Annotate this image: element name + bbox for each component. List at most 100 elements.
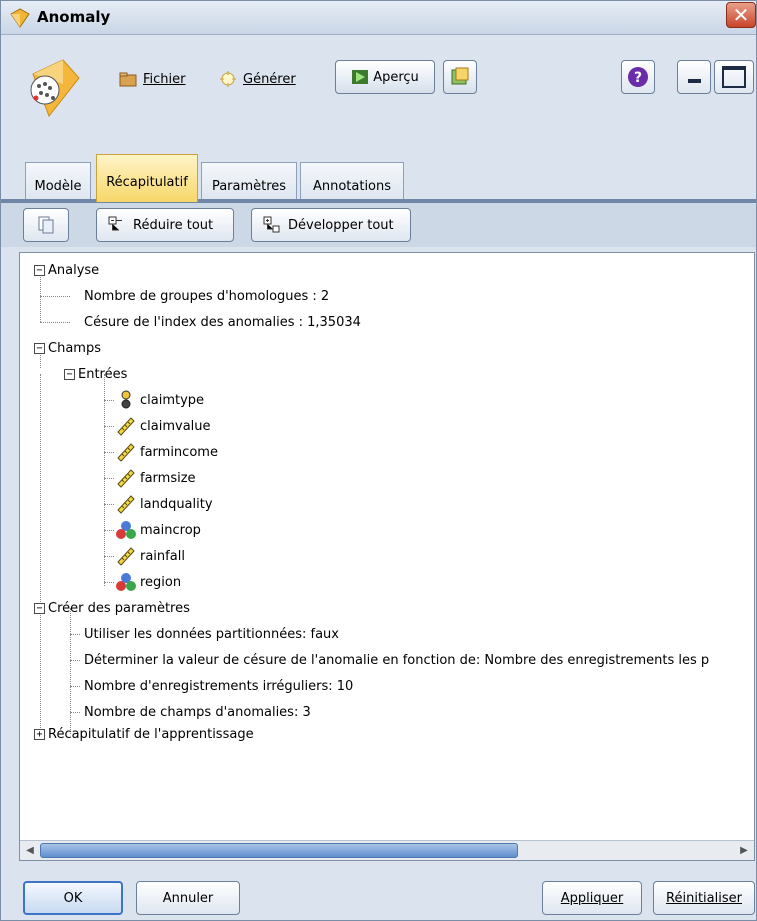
- tree-node-label: Entrées: [78, 366, 128, 382]
- tree-line: [104, 504, 114, 505]
- maximize-icon: [722, 66, 746, 88]
- tab-label: Paramètres: [211, 179, 287, 194]
- expand-icon: [263, 216, 280, 233]
- tab-summary[interactable]: Récapitulatif: [96, 154, 198, 202]
- cancel-button[interactable]: Annuler: [136, 881, 240, 915]
- ruler-icon: [117, 417, 135, 436]
- tree-field-claimtype[interactable]: claimtype: [116, 388, 204, 412]
- tree-node-training-summary[interactable]: + Récapitulatif de l'apprentissage: [34, 722, 254, 746]
- tree-field-region[interactable]: region: [116, 570, 181, 594]
- tab-label: Annotations: [312, 179, 392, 194]
- preview-button[interactable]: Aperçu: [335, 60, 435, 94]
- field-name: claimtype: [140, 392, 205, 408]
- tab-model[interactable]: Modèle: [25, 162, 91, 202]
- preview-icon: [352, 70, 369, 84]
- preview-label: Aperçu: [373, 69, 419, 85]
- reset-button[interactable]: Réinitialiser: [653, 881, 755, 915]
- copy-button[interactable]: [23, 208, 69, 242]
- tab-label: Récapitulatif: [106, 175, 188, 190]
- scroll-left-icon[interactable]: ◀: [22, 843, 38, 859]
- maximize-button[interactable]: [714, 60, 754, 94]
- close-icon: ✕: [732, 3, 750, 27]
- tree-node-label: Champs: [48, 340, 101, 356]
- ok-button[interactable]: OK: [23, 881, 123, 915]
- apply-button[interactable]: Appliquer: [542, 881, 642, 915]
- collapse-toggle-icon[interactable]: −: [34, 602, 45, 614]
- tree-node-label: Nombre d'enregistrements irréguliers: 10: [84, 678, 354, 694]
- tree-node-analysis[interactable]: − Analyse: [34, 258, 99, 282]
- field-name: farmincome: [140, 444, 218, 460]
- set-icon: [116, 521, 136, 539]
- tab-label: Modèle: [34, 179, 82, 194]
- tab-bar: Modèle Récapitulatif Paramètres Annotati…: [1, 152, 756, 202]
- ok-label: OK: [63, 890, 83, 906]
- file-menu[interactable]: Fichier: [119, 67, 186, 91]
- expand-all-label: Développer tout: [288, 217, 394, 233]
- ruler-icon: [117, 495, 135, 514]
- copy-icon: [38, 216, 54, 234]
- tab-annotations[interactable]: Annotations: [300, 162, 404, 202]
- help-button[interactable]: ?: [621, 60, 655, 94]
- collapse-toggle-icon[interactable]: −: [64, 368, 75, 380]
- tree-line: [104, 556, 114, 557]
- anomaly-window: Anomaly ✕ Fichier Générer Aperçu ? Modèl…: [0, 0, 757, 921]
- tree-line: [104, 452, 114, 453]
- summary-tree-panel: − Analyse Nombre de groupes d'homologues…: [19, 252, 755, 861]
- header-toolbar: Fichier Générer Aperçu ?: [1, 36, 756, 152]
- scrollbar-thumb[interactable]: [40, 843, 518, 858]
- collapse-toggle-icon[interactable]: −: [34, 264, 45, 276]
- tree-node-label: Déterminer la valeur de césure de l'anom…: [84, 652, 710, 668]
- tree-node-label: Analyse: [48, 262, 100, 278]
- tree-node-fields[interactable]: − Champs: [34, 336, 101, 360]
- tree-leaf-peer-groups[interactable]: Nombre de groupes d'homologues : 2: [84, 284, 329, 308]
- tree-field-maincrop[interactable]: maincrop: [116, 518, 201, 542]
- tree-field-claimvalue[interactable]: claimvalue: [116, 414, 211, 438]
- tree-line: [104, 530, 114, 531]
- export-button[interactable]: [443, 60, 477, 94]
- tree-leaf-cutoff[interactable]: Césure de l'index des anomalies : 1,3503…: [84, 310, 361, 334]
- tree-line: [70, 634, 80, 635]
- tree-leaf-setting[interactable]: Utiliser les données partitionnées: faux: [84, 622, 339, 646]
- tree-field-rainfall[interactable]: rainfall: [116, 544, 185, 568]
- tree-field-landquality[interactable]: landquality: [116, 492, 213, 516]
- tree-node-inputs[interactable]: − Entrées: [64, 362, 127, 386]
- tree-leaf-setting[interactable]: Nombre d'enregistrements irréguliers: 10: [84, 674, 353, 698]
- anomaly-node-icon: [10, 8, 30, 28]
- svg-text:?: ?: [634, 70, 642, 86]
- field-name: landquality: [140, 496, 213, 512]
- horizontal-scrollbar[interactable]: ◀ ▶: [20, 840, 754, 860]
- tree-node-label: Récapitulatif de l'apprentissage: [48, 726, 254, 742]
- tab-settings[interactable]: Paramètres: [201, 162, 297, 202]
- tree-leaf-setting[interactable]: Déterminer la valeur de césure de l'anom…: [84, 648, 709, 672]
- ruler-icon: [117, 469, 135, 488]
- file-menu-label: Fichier: [143, 71, 186, 87]
- tree-field-farmsize[interactable]: farmsize: [116, 466, 196, 490]
- field-name: region: [140, 574, 182, 590]
- flag-icon: [121, 390, 131, 409]
- tree-field-farmincome[interactable]: farmincome: [116, 440, 218, 464]
- expand-toggle-icon[interactable]: +: [34, 728, 45, 740]
- minimize-button[interactable]: [677, 60, 711, 94]
- tree-line: [40, 322, 70, 323]
- collapse-all-label: Réduire tout: [133, 217, 214, 233]
- field-name: maincrop: [140, 522, 201, 538]
- tree-line: [104, 478, 114, 479]
- generate-menu[interactable]: Générer: [219, 67, 296, 91]
- anomaly-model-icon: [30, 59, 80, 118]
- tree-line: [70, 660, 80, 661]
- collapse-toggle-icon[interactable]: −: [34, 342, 45, 354]
- close-button[interactable]: ✕: [726, 2, 756, 28]
- tree-node-build-settings[interactable]: − Créer des paramètres: [34, 596, 190, 620]
- expand-all-button[interactable]: Développer tout: [251, 208, 411, 242]
- tree-node-label: Césure de l'index des anomalies : 1,3503…: [84, 314, 361, 330]
- scroll-right-icon[interactable]: ▶: [736, 843, 752, 859]
- tree-leaf-setting[interactable]: Nombre de champs d'anomalies: 3: [84, 700, 311, 724]
- generate-menu-label: Générer: [243, 71, 296, 87]
- tree-node-label: Nombre de groupes d'homologues : 2: [84, 288, 330, 304]
- tree-line: [70, 608, 71, 734]
- tree-node-label: Créer des paramètres: [48, 600, 190, 616]
- summary-tree[interactable]: − Analyse Nombre de groupes d'homologues…: [20, 253, 754, 841]
- set-icon: [116, 573, 136, 591]
- title-bar: Anomaly ✕: [1, 1, 756, 35]
- collapse-all-button[interactable]: Réduire tout: [96, 208, 234, 242]
